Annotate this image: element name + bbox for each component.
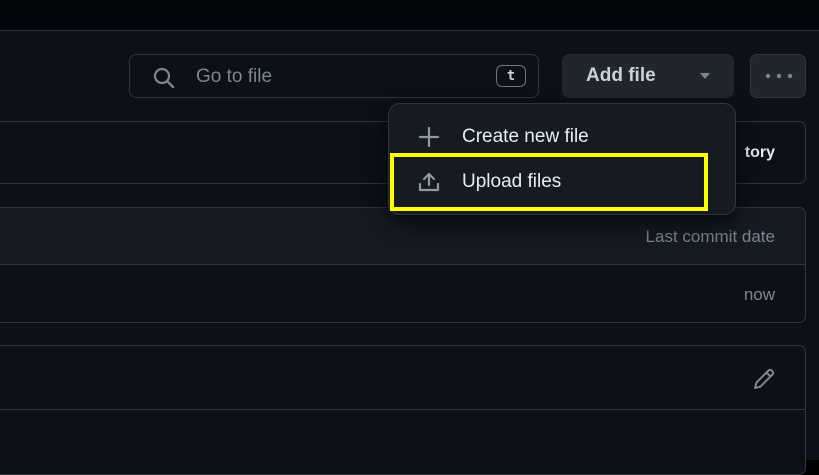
plus-icon [418, 126, 440, 148]
file-table: Last commit date now [0, 207, 806, 323]
pencil-icon[interactable] [751, 366, 777, 392]
upload-files-menu-item[interactable]: Upload files [397, 160, 727, 202]
add-file-label: Add file [586, 65, 656, 86]
upload-icon [418, 172, 440, 192]
keyboard-shortcut-badge: t [496, 65, 526, 87]
history-link[interactable]: tory [745, 144, 775, 162]
upload-files-label: Upload files [462, 171, 562, 192]
go-to-file-input[interactable]: Go to file t [129, 54, 539, 98]
last-commit-date-header: Last commit date [645, 227, 775, 246]
create-new-file-menu-item[interactable]: Create new file [397, 115, 727, 157]
top-bar [0, 0, 819, 30]
add-file-button[interactable]: Add file [562, 54, 734, 98]
create-new-file-label: Create new file [462, 126, 589, 147]
kebab-horizontal-icon [765, 73, 793, 79]
search-icon [153, 67, 175, 89]
add-file-dropdown-menu: Create new file Upload files [388, 103, 736, 215]
commit-date: now [743, 285, 775, 304]
readme-header [0, 346, 805, 410]
more-options-button[interactable] [750, 54, 806, 98]
file-table-header: Last commit date [0, 208, 805, 265]
caret-down-icon [700, 73, 710, 79]
go-to-file-placeholder: Go to file [196, 66, 273, 87]
readme-panel [0, 345, 806, 475]
